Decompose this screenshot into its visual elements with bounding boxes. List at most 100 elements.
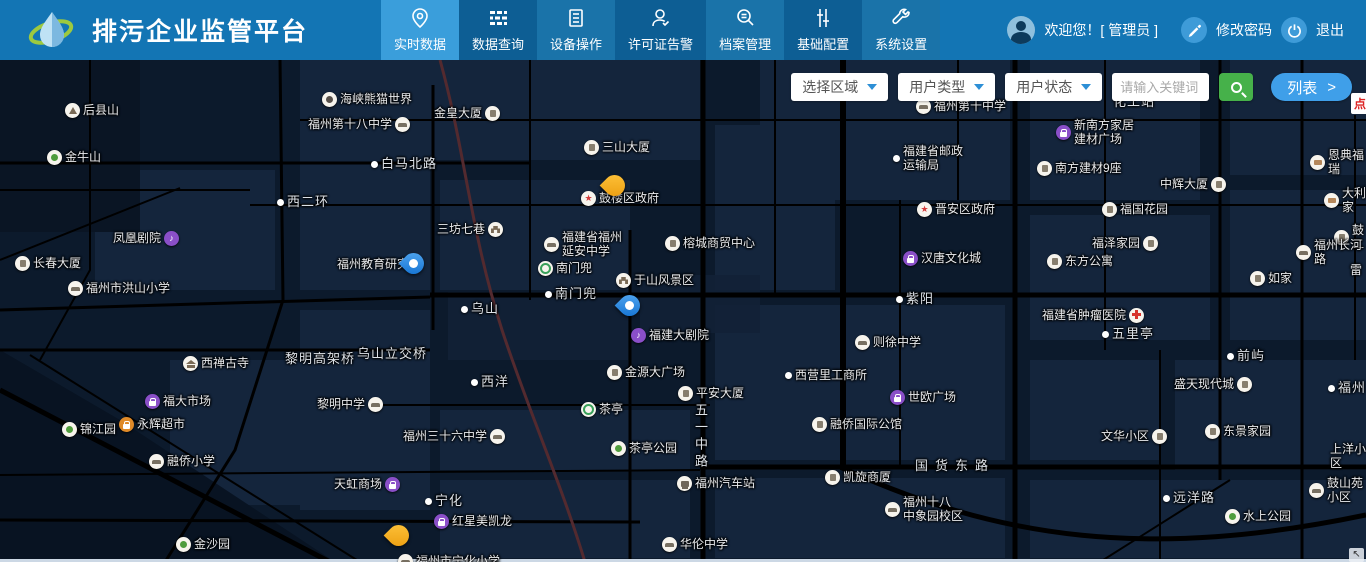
tab-license-alert[interactable]: 许可证告警 bbox=[615, 0, 706, 60]
map-poi[interactable]: 福国花园 bbox=[1102, 202, 1168, 217]
map-poi[interactable]: 盛天现代城 bbox=[1174, 377, 1252, 392]
map-poi[interactable]: 福州三十六中学 bbox=[403, 429, 505, 444]
map-poi[interactable]: 福州市洪山小学 bbox=[68, 281, 170, 296]
list-panel-button[interactable]: 列表 > bbox=[1271, 73, 1352, 101]
map-poi[interactable]: 金沙园 bbox=[176, 537, 230, 552]
school-icon bbox=[544, 237, 559, 252]
tab-basic-config[interactable]: 基础配置 bbox=[784, 0, 862, 60]
map-poi[interactable]: 恩典福瑞 bbox=[1310, 149, 1366, 177]
building-icon bbox=[1143, 236, 1158, 251]
map-poi[interactable]: 东景家园 bbox=[1205, 424, 1271, 439]
map-poi[interactable]: 福州市宁化小学 bbox=[398, 554, 500, 562]
map-poi[interactable]: 远洋路 bbox=[1163, 491, 1215, 506]
map-poi[interactable]: 白马北路 bbox=[371, 157, 437, 172]
map-poi[interactable]: 凤凰剧院 bbox=[113, 231, 179, 246]
map-poi[interactable]: 南方建材9座 bbox=[1037, 161, 1122, 176]
map-poi[interactable]: 于山风景区 bbox=[616, 273, 694, 288]
map-poi[interactable]: 福泽家园 bbox=[1092, 236, 1158, 251]
map-poi[interactable]: 后县山 bbox=[65, 103, 119, 118]
map-poi[interactable]: 永辉超市 bbox=[119, 417, 185, 432]
map-poi[interactable]: 前屿 bbox=[1227, 349, 1265, 364]
map-poi[interactable]: 水上公园 bbox=[1225, 509, 1291, 524]
map-poi[interactable]: 则徐中学 bbox=[855, 335, 921, 350]
map-poi[interactable]: 西营里工商所 bbox=[785, 369, 867, 383]
map-poi[interactable]: 西洋 bbox=[471, 375, 509, 390]
map-poi[interactable]: 福建省邮政 运输局 bbox=[893, 145, 963, 173]
edit-pencil-icon[interactable] bbox=[1181, 17, 1207, 43]
dot-icon bbox=[277, 199, 284, 206]
cluster-toggle-badge[interactable]: 点 bbox=[1351, 93, 1366, 114]
map-poi[interactable]: 鼓山苑小区 bbox=[1309, 477, 1366, 505]
map-poi[interactable]: 金皇大厦 bbox=[434, 106, 500, 121]
map-poi[interactable]: 乌山立交桥 bbox=[357, 347, 427, 362]
map-poi[interactable]: 西二环 bbox=[277, 195, 329, 210]
power-icon[interactable] bbox=[1281, 17, 1307, 43]
map-poi[interactable]: 南门兜 bbox=[538, 261, 592, 276]
map-poi[interactable]: 雷 bbox=[1350, 264, 1362, 278]
search-button[interactable] bbox=[1219, 73, 1253, 101]
map-poi[interactable]: 红星美凯龙 bbox=[434, 514, 512, 529]
map-poi[interactable]: 福州汽车站 bbox=[677, 476, 755, 491]
map-poi[interactable]: 世欧广场 bbox=[890, 390, 956, 405]
map-poi[interactable]: 茶亭 bbox=[581, 402, 623, 417]
change-password-link[interactable]: 修改密码 bbox=[1216, 20, 1272, 40]
map-poi[interactable]: 华伦中学 bbox=[662, 537, 728, 552]
tab-data-query[interactable]: 数据查询 bbox=[459, 0, 537, 60]
user-status-dropdown[interactable]: 用户状态 bbox=[1005, 73, 1102, 101]
map-poi[interactable]: 福州十八 中象园校区 bbox=[885, 496, 963, 524]
map-poi[interactable]: 茶亭公园 bbox=[611, 441, 677, 456]
map-poi[interactable]: 长春大厦 bbox=[15, 256, 81, 271]
map-poi[interactable]: 金牛山 bbox=[47, 150, 101, 165]
map-poi[interactable]: 黎明中学 bbox=[317, 397, 383, 412]
map-poi[interactable]: 福大市场 bbox=[145, 394, 211, 409]
map-poi[interactable]: 紫阳 bbox=[896, 292, 934, 307]
tab-realtime-data[interactable]: 实时数据 bbox=[381, 0, 459, 60]
hotel-icon bbox=[1324, 193, 1339, 208]
map-poi[interactable]: 汉唐文化城 bbox=[903, 251, 981, 266]
map-poi[interactable]: 黎明高架桥 bbox=[285, 352, 355, 367]
map-poi[interactable]: 福建省肿瘤医院 bbox=[1042, 308, 1144, 323]
map-poi[interactable]: 融侨小学 bbox=[149, 454, 215, 469]
map-poi[interactable]: 金源大广场 bbox=[607, 365, 685, 380]
map-poi[interactable]: 文华小区 bbox=[1101, 429, 1167, 444]
map-poi[interactable]: 三山大厦 bbox=[584, 140, 650, 155]
tab-system-settings[interactable]: 系统设置 bbox=[862, 0, 940, 60]
map-pan-control-icon[interactable]: ↖ bbox=[1349, 548, 1364, 562]
map-poi[interactable]: 海峡熊猫世界 bbox=[322, 92, 412, 107]
map-poi[interactable]: 大利家 bbox=[1324, 187, 1366, 215]
map-poi[interactable]: 福建省福州 延安中学 bbox=[544, 231, 622, 259]
map-poi[interactable]: 榕城商贸中心 bbox=[665, 236, 755, 251]
map-poi[interactable]: 五里亭 bbox=[1102, 327, 1154, 342]
map-poi[interactable]: 福建大剧院 bbox=[631, 328, 709, 343]
poi-label: 后县山 bbox=[83, 104, 119, 118]
map-poi[interactable]: 西禅古寺 bbox=[183, 356, 249, 371]
map-canvas[interactable]: 后县山金牛山西二环海峡熊猫世界福州第十八中学金皇大厦白马北路三山大厦鼓楼区政府三… bbox=[0, 60, 1366, 562]
map-poi[interactable]: 乌山 bbox=[461, 302, 499, 317]
map-poi[interactable]: 五一中路 bbox=[692, 403, 707, 471]
map-poi[interactable]: 新南方家居 建材广场 bbox=[1056, 119, 1134, 147]
map-poi[interactable]: 中辉大厦 bbox=[1160, 177, 1226, 192]
tab-archive-management[interactable]: 档案管理 bbox=[706, 0, 784, 60]
user-type-dropdown[interactable]: 用户类型 bbox=[898, 73, 995, 101]
map-poi[interactable]: 福州 bbox=[1328, 381, 1366, 396]
map-poi[interactable]: 国货东路 bbox=[915, 459, 995, 474]
map-poi[interactable]: 晋安区政府 bbox=[917, 202, 995, 217]
map-poi[interactable]: 锦江园 bbox=[62, 422, 116, 437]
map-poi[interactable]: 东方公寓 bbox=[1047, 254, 1113, 269]
keyword-search-input[interactable] bbox=[1112, 73, 1209, 101]
map-poi[interactable]: 平安大厦 bbox=[678, 386, 744, 401]
map-poi[interactable]: 融侨国际公馆 bbox=[812, 417, 902, 432]
map-poi[interactable]: 如家 bbox=[1250, 271, 1292, 286]
region-dropdown[interactable]: 选择区域 bbox=[791, 73, 888, 101]
map-poi[interactable]: 宁化 bbox=[425, 494, 463, 509]
logout-link[interactable]: 退出 bbox=[1316, 20, 1344, 40]
map-poi[interactable]: 三坊七巷 bbox=[437, 222, 503, 237]
tab-device-operation[interactable]: 设备操作 bbox=[537, 0, 615, 60]
poi-label: 西二环 bbox=[287, 195, 329, 210]
map-poi[interactable]: 天虹商场 bbox=[334, 477, 400, 492]
map-poi[interactable]: 上洋小区 bbox=[1330, 443, 1366, 471]
map-poi[interactable]: 福州第十中学 bbox=[916, 99, 1006, 114]
map-poi[interactable]: 凯旋商厦 bbox=[825, 470, 891, 485]
map-poi[interactable]: 福州第十八中学 bbox=[308, 117, 410, 132]
map-poi[interactable]: 南门兜 bbox=[545, 287, 597, 302]
